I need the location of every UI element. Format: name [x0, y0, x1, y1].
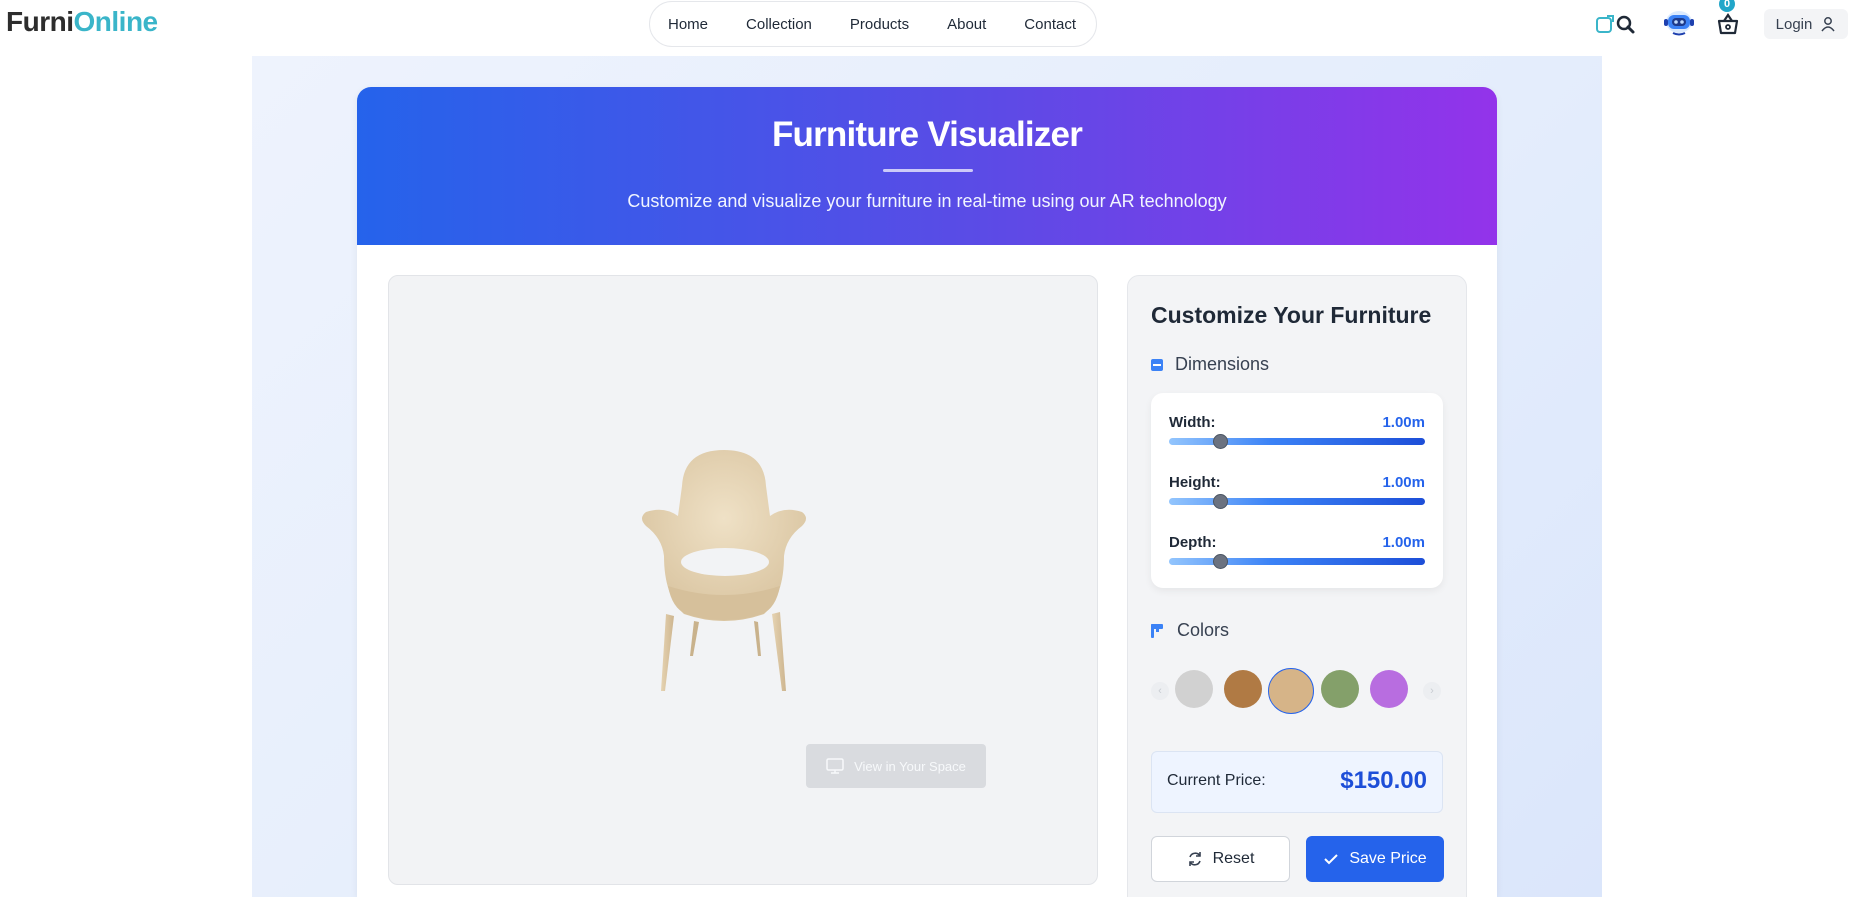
cart-count-badge: 0 [1719, 0, 1735, 12]
colors-heading-label: Colors [1177, 620, 1230, 640]
color-swatch[interactable] [1268, 668, 1314, 714]
color-swatch[interactable] [1321, 670, 1359, 708]
swatch-next-arrow-icon[interactable]: › [1423, 682, 1441, 700]
nav-item-about[interactable]: About [928, 16, 1005, 33]
dimensions-box: Width: 1.00m Height: 1.00m Depth: 1.00m [1151, 393, 1443, 588]
nav-item-contact[interactable]: Contact [1005, 16, 1095, 33]
ruler-icon [1151, 358, 1163, 371]
width-slider-thumb[interactable] [1213, 434, 1229, 449]
nav-item-home[interactable]: Home [668, 16, 727, 33]
login-label: Login [1775, 15, 1813, 33]
color-swatch[interactable] [1175, 670, 1213, 708]
color-swatch[interactable] [1370, 670, 1408, 708]
top-navigation-bar: FurniOnline Home Collection Products Abo… [0, 0, 1852, 50]
color-swatch[interactable] [1224, 670, 1262, 708]
chair-model-image[interactable] [624, 446, 864, 696]
save-price-label: Save Price [1349, 850, 1427, 867]
page-title: Furniture Visualizer [771, 115, 1083, 154]
hero-banner: Furniture Visualizer Customize and visua… [357, 87, 1497, 245]
height-slider-thumb[interactable] [1213, 494, 1229, 509]
height-label: Height: [1169, 474, 1221, 491]
check-icon [1324, 854, 1339, 865]
height-slider[interactable] [1169, 494, 1425, 509]
reset-icon [1188, 852, 1201, 866]
robot-assistant-icon[interactable] [1662, 7, 1696, 37]
height-value: 1.00m [1382, 474, 1425, 491]
reset-label: Reset [1212, 850, 1255, 867]
logo-text-furni: Furni [6, 6, 74, 37]
visualizer-card: Furniture Visualizer Customize and visua… [357, 87, 1497, 897]
logo[interactable]: FurniOnline [6, 6, 158, 38]
save-price-button[interactable]: Save Price [1306, 836, 1444, 882]
depth-label: Depth: [1169, 534, 1217, 551]
nav-item-products[interactable]: Products [831, 16, 928, 33]
dimensions-heading-label: Dimensions [1175, 354, 1270, 374]
dimensions-heading: Dimensions [1151, 354, 1269, 375]
monitor-icon [826, 758, 844, 774]
ar-search-icon[interactable] [1596, 15, 1638, 35]
paint-roller-icon [1151, 623, 1163, 638]
nav-item-collection[interactable]: Collection [727, 16, 831, 33]
depth-slider-thumb[interactable] [1213, 554, 1229, 569]
color-swatches: ‹ › [1151, 666, 1443, 718]
furniture-3d-viewer[interactable] [388, 275, 1098, 885]
title-divider [883, 169, 973, 172]
page-subtitle: Customize and visualize your furniture i… [627, 191, 1227, 211]
main-nav: Home Collection Products About Contact [649, 1, 1097, 47]
swatch-prev-arrow-icon[interactable]: ‹ [1151, 682, 1169, 700]
reset-button[interactable]: Reset [1151, 836, 1290, 882]
width-label: Width: [1169, 414, 1216, 431]
view-in-your-space-label: View in Your Space [854, 758, 966, 774]
cart-icon[interactable] [1716, 12, 1740, 36]
width-slider[interactable] [1169, 434, 1425, 449]
customize-panel: Customize Your Furniture Dimensions Widt… [1127, 275, 1467, 897]
colors-heading: Colors [1151, 620, 1229, 641]
depth-slider[interactable] [1169, 554, 1425, 569]
view-in-your-space-button[interactable]: View in Your Space [806, 744, 986, 788]
current-price-value: $150.00 [1340, 767, 1427, 794]
login-button[interactable]: Login [1764, 9, 1848, 39]
width-value: 1.00m [1382, 414, 1425, 431]
panel-title: Customize Your Furniture [1151, 302, 1432, 328]
current-price-label: Current Price: [1167, 772, 1266, 789]
logo-text-online: Online [73, 6, 159, 37]
user-icon [1821, 17, 1835, 32]
current-price-box: Current Price: $150.00 [1151, 751, 1443, 813]
depth-value: 1.00m [1382, 534, 1425, 551]
